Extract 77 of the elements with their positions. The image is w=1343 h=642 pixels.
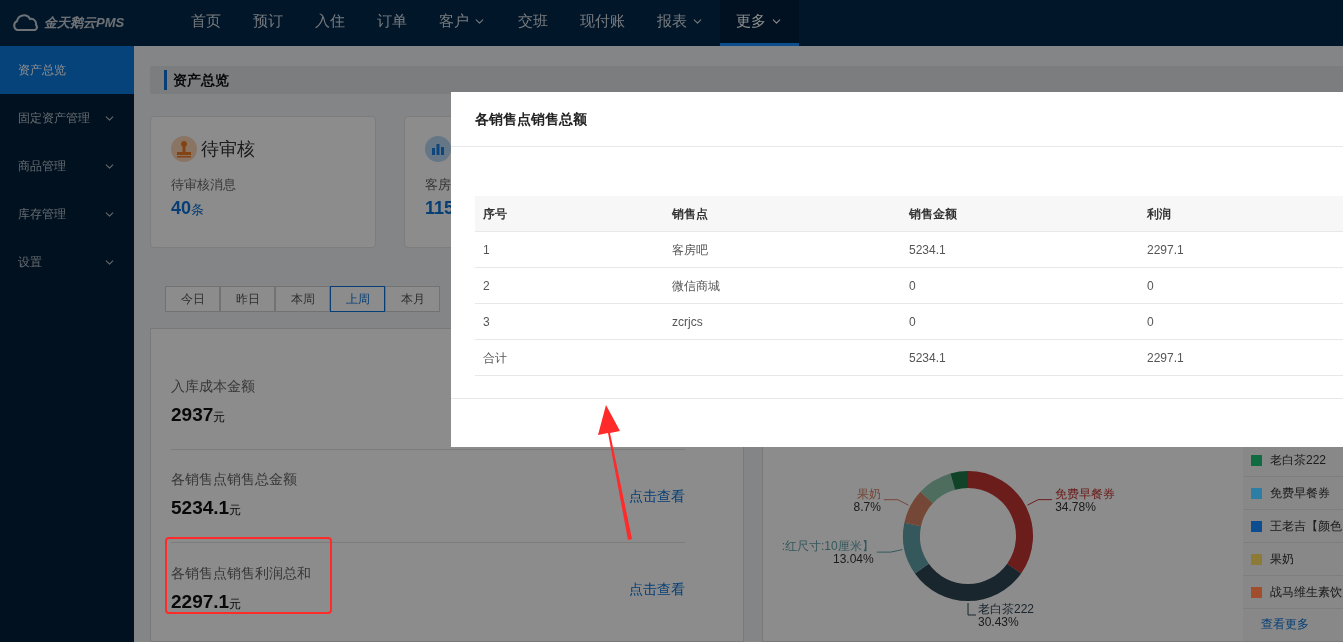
card-label: 待审核消息 [171,176,236,194]
table-cell-text: 2 [482,277,490,295]
nav-item[interactable]: 交班 [502,0,564,46]
stat-value: 2937 [171,403,214,428]
stat-unit: 元 [229,596,242,613]
card-value: 40 [171,196,192,220]
table-cell-text: 0 [908,313,916,331]
sidebar-item[interactable]: 库存管理 [0,190,134,238]
slice-percent: 13.04% [832,552,874,567]
leader-line [1027,499,1053,506]
cloud-logo-icon [10,14,40,32]
card-label: 客房 [425,176,451,194]
leader-line [883,499,909,506]
table-cell-text: 微信商城 [671,277,720,295]
bar-chart-icon [425,136,451,162]
nav-item[interactable]: 客户 [423,0,502,46]
table-cell-text: 0 [908,277,916,295]
stat-label: 各销售点销售总金额 [171,470,297,490]
table-cell-text: 合计 [482,349,507,367]
leader-line [967,602,977,616]
period-tab[interactable]: 上周 [330,286,385,312]
sidebar-item[interactable]: 设置 [0,238,134,286]
nav-item[interactable]: 预订 [237,0,299,46]
legend-label: 免费早餐券 [1270,485,1330,502]
period-tab[interactable]: 本月 [385,286,440,312]
column-header: 销售点 [671,205,708,223]
slice-percent: 34.78% [1055,499,1096,514]
nav-item[interactable]: 更多 [720,0,799,46]
table-cell-text: 客房吧 [671,241,708,259]
slice-label: :红尺寸:10厘米】 [781,539,874,554]
stat-label: 各销售点销售利润总和 [171,563,311,583]
card-unit: 条 [191,200,205,219]
page-title: 资产总览 [173,70,229,90]
table-cell-text: 0 [1146,313,1154,331]
stat-label: 入库成本金额 [171,377,255,397]
nav-item[interactable]: 报表 [641,0,720,46]
logo-text: 金天鹅云PMS [44,14,125,33]
slice-percent: 8.7% [853,499,881,514]
legend-label: 老白茶222 [1270,452,1327,469]
table-cell-text: 5234.1 [908,241,946,259]
stat-value: 2297.1 [171,589,230,614]
period-tab[interactable]: 昨日 [220,286,275,312]
table-cell-text: 0 [1146,277,1154,295]
slice-label: 免费早餐券 [1055,486,1116,501]
table-cell-text: 5234.1 [908,349,946,367]
view-more-link[interactable]: 查看更多 [1243,609,1309,639]
modal-title: 各销售点销售总额 [475,109,587,129]
table-cell-text: 3 [482,313,490,331]
nav-item[interactable]: 入住 [299,0,361,46]
slice-label: 果奶 [856,486,881,501]
card-title: 待审核 [201,137,255,161]
view-link[interactable]: 点击查看 [629,485,685,507]
sidebar-item[interactable]: 资产总览 [0,46,134,94]
sidebar-item[interactable]: 固定资产管理 [0,94,134,142]
nav-item[interactable]: 订单 [361,0,423,46]
leader-line [876,549,903,553]
column-header: 序号 [482,205,507,223]
column-header: 销售金额 [908,205,957,223]
period-tab[interactable]: 本周 [275,286,330,312]
stat-unit: 元 [213,409,226,427]
slice-label: 老白茶222 [978,602,1035,616]
stat-unit: 元 [229,503,242,520]
column-header: 利润 [1146,205,1171,223]
nav-item[interactable]: 首页 [175,0,237,46]
stat-value: 5234.1 [171,496,230,521]
period-tab[interactable]: 今日 [165,286,220,312]
table-cell-text: 2297.1 [1146,349,1184,367]
nav-item[interactable]: 现付账 [564,0,641,46]
sidebar-item[interactable]: 商品管理 [0,142,134,190]
table-cell-text: zcrjcs [671,313,703,331]
legend-label: 果奶 [1270,551,1294,568]
view-link[interactable]: 点击查看 [629,579,685,600]
slice-percent: 30.43% [978,615,1019,629]
table-cell-text: 2297.1 [1146,241,1184,259]
legend-label: 战马维生素饮 [1270,584,1342,601]
stamp-icon [171,136,197,162]
table-cell-text: 1 [482,241,490,259]
